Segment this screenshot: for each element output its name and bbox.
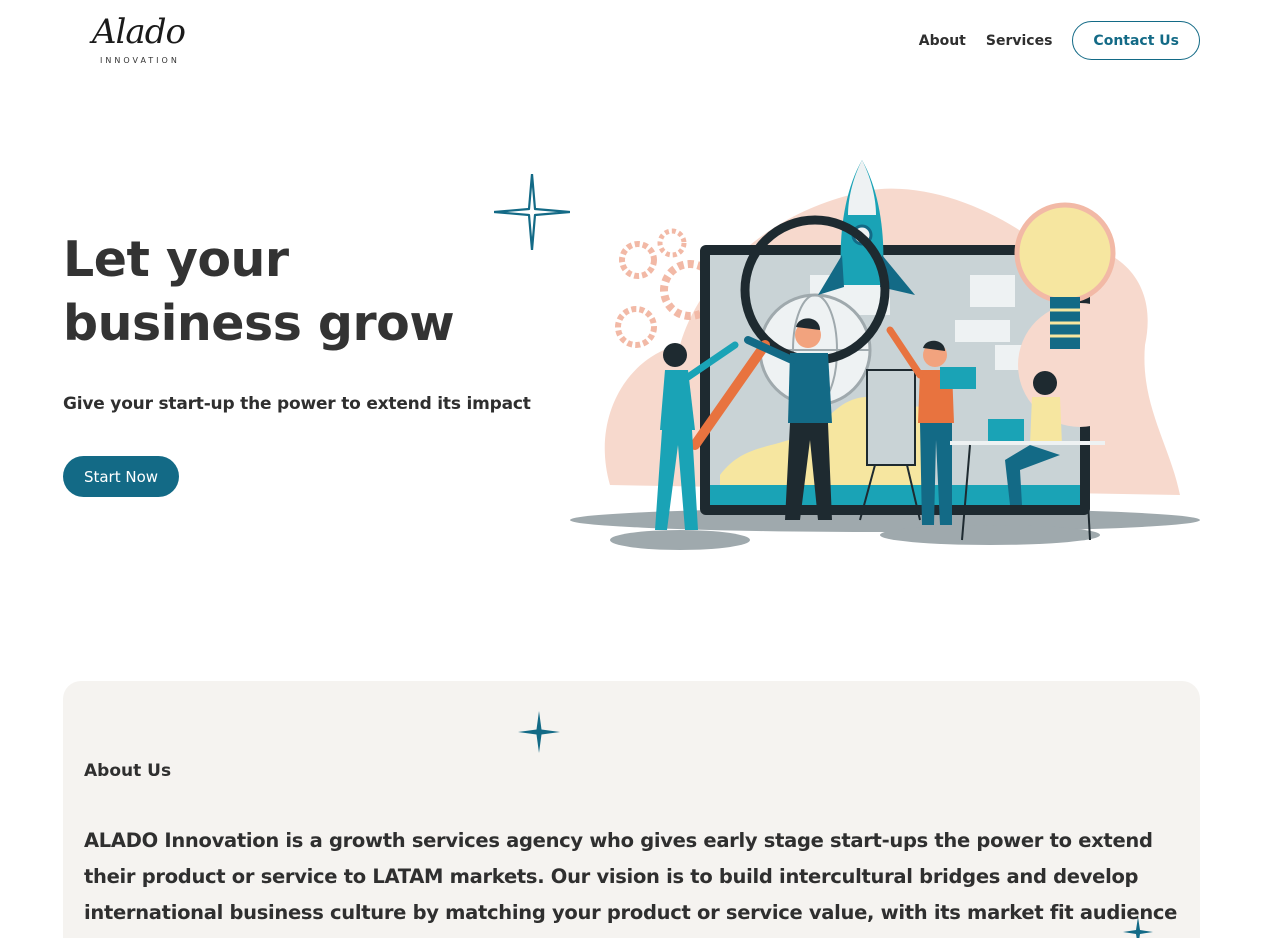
about-heading: About Us <box>84 761 172 781</box>
about-section: About Us ALADO Innovation is a growth se… <box>63 681 1200 938</box>
brand-logo[interactable]: Alado INNOVATION <box>92 12 186 70</box>
logo-script: Alado <box>92 12 186 52</box>
site-header: Alado INNOVATION About Services Contact … <box>0 0 1263 82</box>
contact-us-button[interactable]: Contact Us <box>1072 21 1200 60</box>
hero-title: Let your business grow <box>63 231 455 352</box>
main-nav: About Services Contact Us <box>919 21 1200 60</box>
nav-link-about[interactable]: About <box>919 33 966 49</box>
sparkle-star-icon <box>1123 917 1153 938</box>
about-description: ALADO Innovation is a growth services ag… <box>84 829 1178 938</box>
hero-subtitle: Give your start-up the power to extend i… <box>63 394 531 414</box>
business-growth-illustration-icon <box>570 160 1200 550</box>
logo-subtitle: INNOVATION <box>100 56 180 65</box>
start-now-button[interactable]: Start Now <box>63 456 179 497</box>
sparkle-star-icon <box>518 711 560 753</box>
nav-link-services[interactable]: Services <box>986 33 1053 49</box>
